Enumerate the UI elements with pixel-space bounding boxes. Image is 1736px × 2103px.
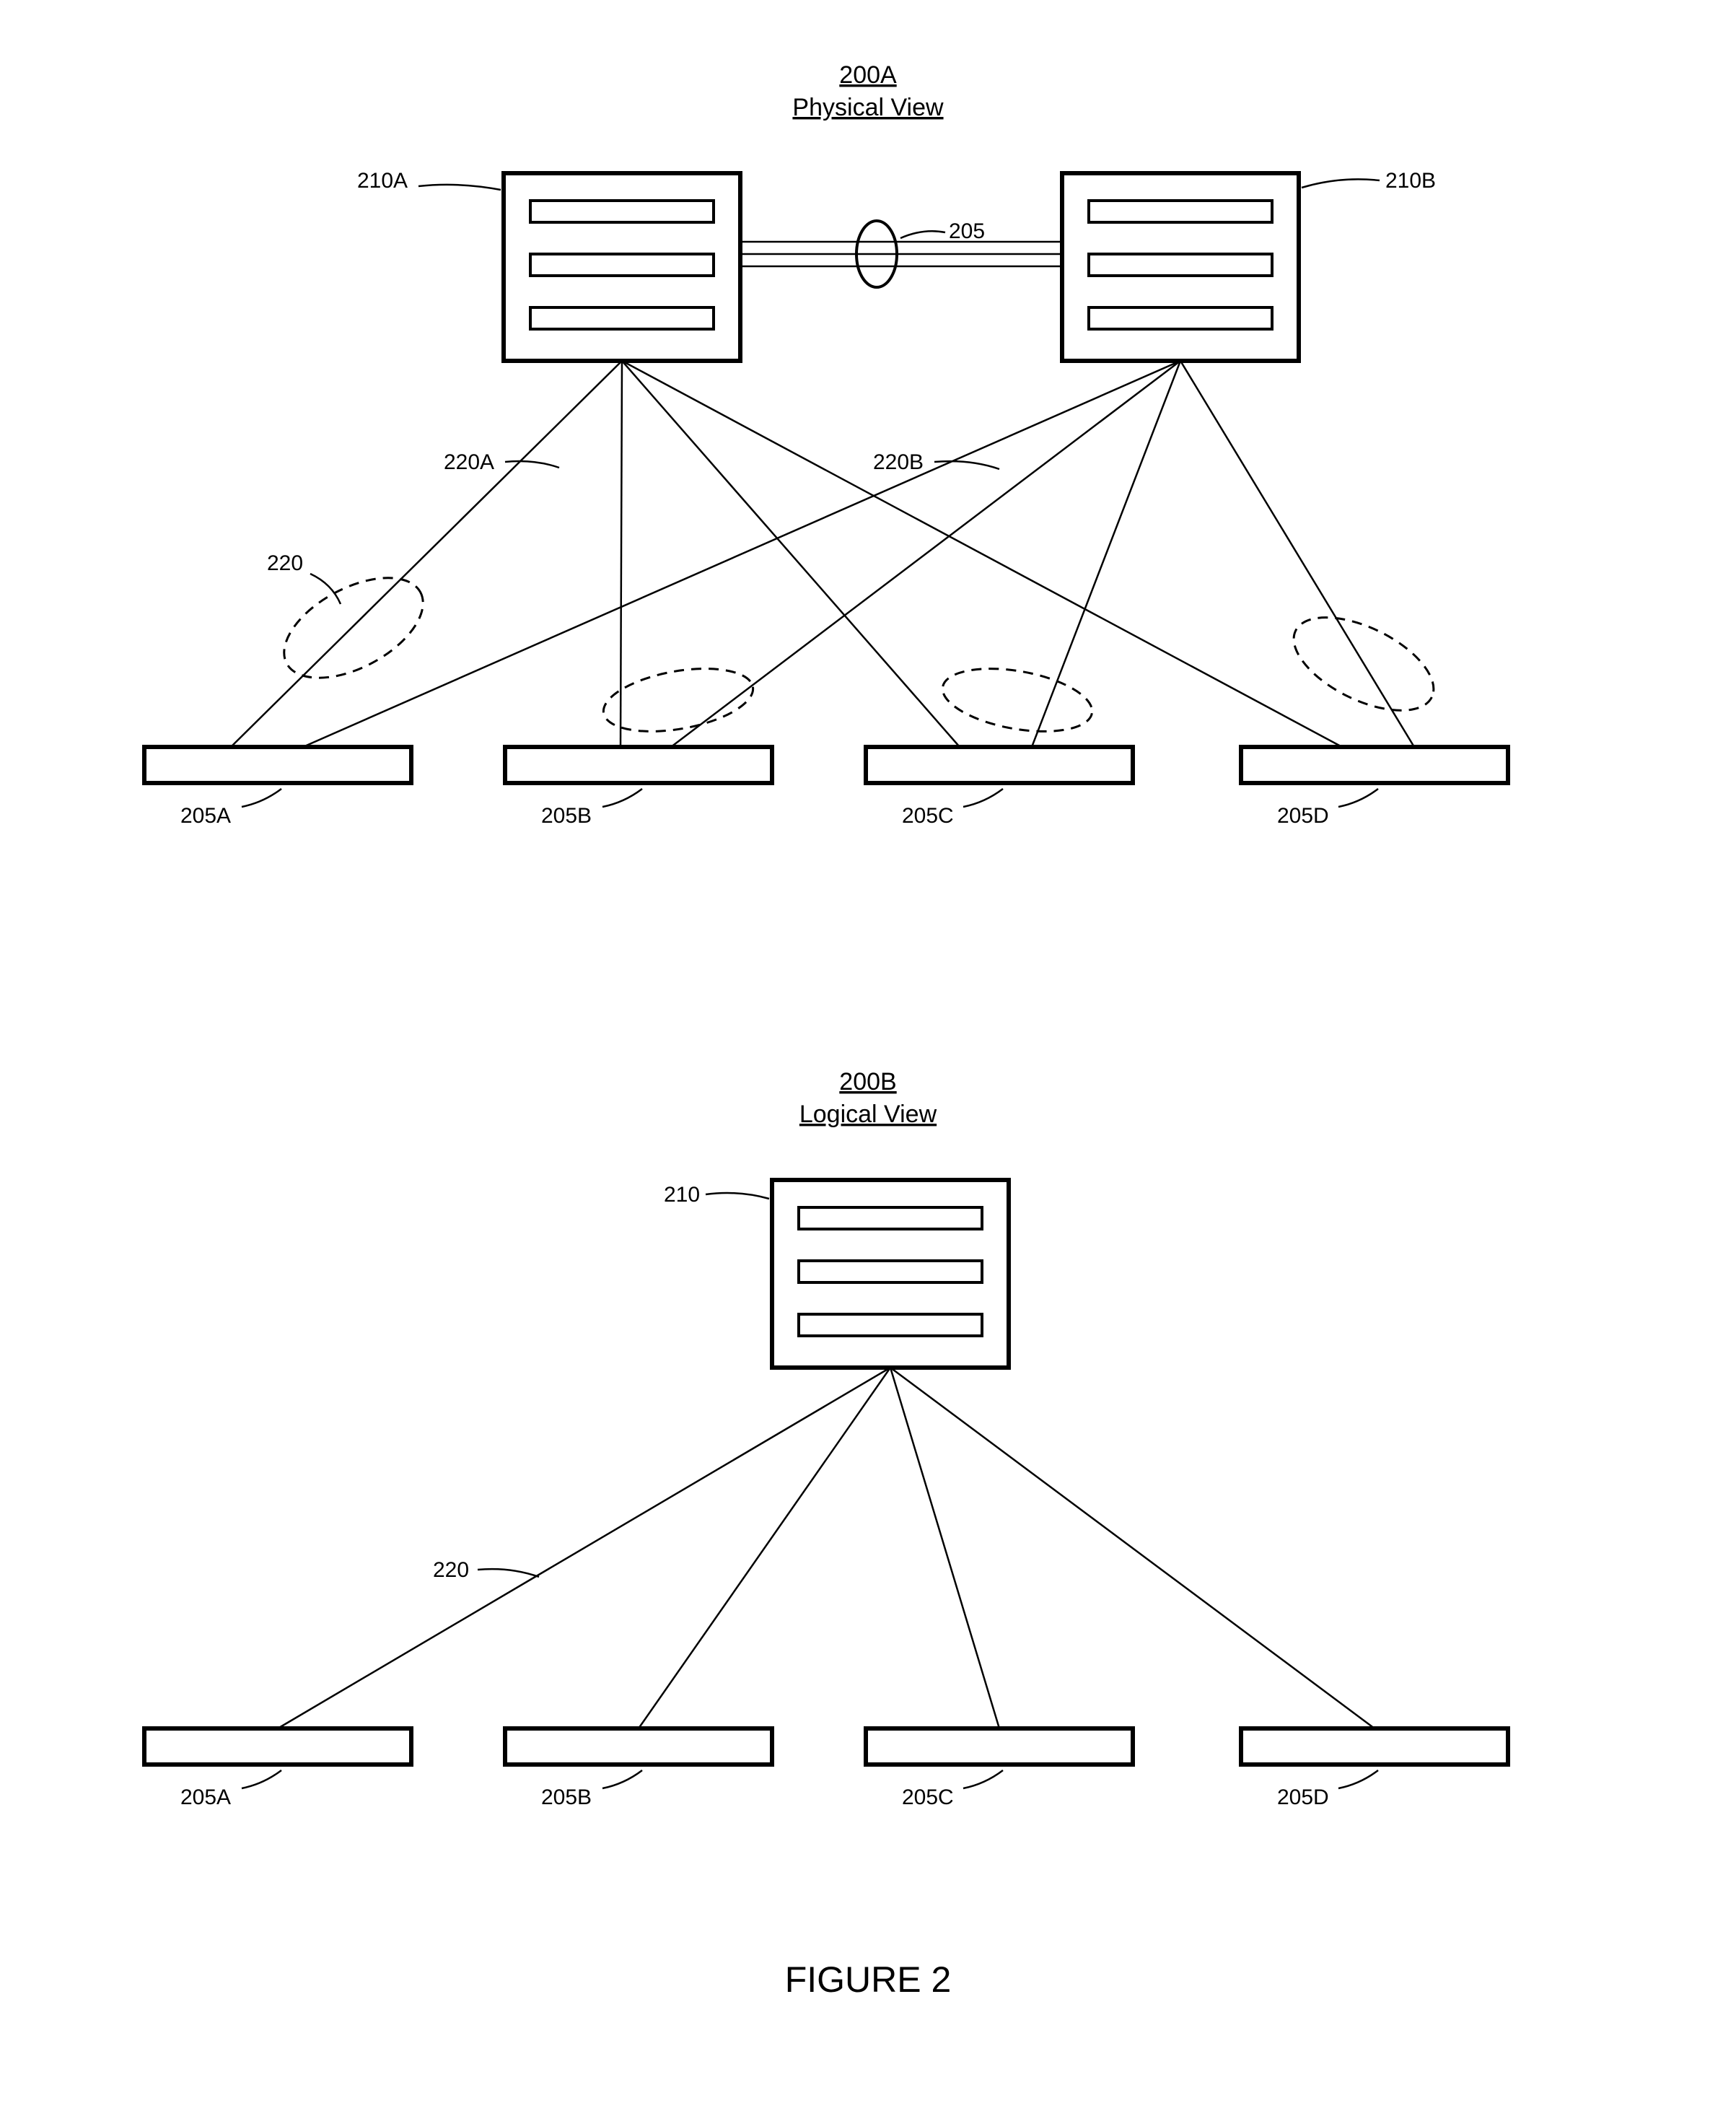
switch-210a	[504, 173, 740, 361]
label-205c-phys: 205C	[902, 804, 954, 828]
physical-title: Physical View	[792, 94, 944, 121]
physical-id: 200A	[839, 61, 897, 89]
node-205a-phys	[144, 747, 411, 783]
label-220: 220	[267, 551, 303, 575]
logical-title: Logical View	[799, 1101, 937, 1128]
label-220-log: 220	[433, 1558, 469, 1582]
node-205c-log	[866, 1728, 1133, 1765]
node-205a-log	[144, 1728, 411, 1765]
figure-2-diagram: 200A Physical View 210A 210B 205 205A 20…	[0, 0, 1736, 2103]
label-205a-log: 205A	[180, 1785, 231, 1809]
node-205d-log	[1241, 1728, 1508, 1765]
switch-210	[772, 1180, 1009, 1368]
label-210a: 210A	[357, 169, 408, 193]
label-205a-phys: 205A	[180, 804, 231, 828]
label-210: 210	[664, 1183, 700, 1207]
label-210b: 210B	[1385, 169, 1436, 193]
label-220a: 220A	[444, 450, 494, 474]
node-205c-phys	[866, 747, 1133, 783]
label-205d-log: 205D	[1277, 1785, 1329, 1809]
node-205d-phys	[1241, 747, 1508, 783]
label-205d-phys: 205D	[1277, 804, 1329, 828]
node-205b-log	[505, 1728, 772, 1765]
label-205c-log: 205C	[902, 1785, 954, 1809]
label-205b-log: 205B	[541, 1785, 592, 1809]
switch-210b	[1062, 173, 1299, 361]
node-205b-phys	[505, 747, 772, 783]
logical-id: 200B	[839, 1068, 896, 1096]
label-205b-phys: 205B	[541, 804, 592, 828]
label-220b: 220B	[873, 450, 924, 474]
figure-caption: FIGURE 2	[785, 1959, 952, 2000]
label-205: 205	[949, 219, 985, 243]
